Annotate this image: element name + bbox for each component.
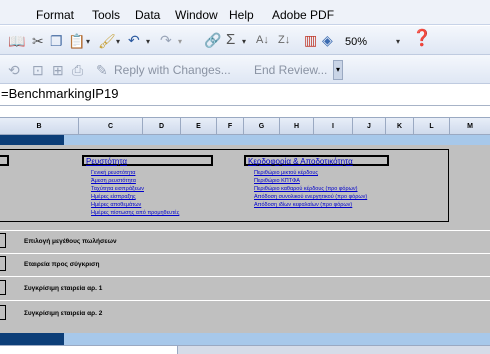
profitability-header-box: Κερδοφορία & Αποδοτικότητα <box>244 155 389 166</box>
profitability-link-roe[interactable]: Απόδοση ιδίων κεφαλαίων (προ φόρων) <box>254 202 352 208</box>
column-header-m[interactable]: M <box>450 118 490 135</box>
formula-bar[interactable]: =BenchmarkingIP19 <box>0 84 490 106</box>
menu-adobe-pdf[interactable]: Adobe PDF <box>272 8 334 22</box>
menu-format[interactable]: Format <box>36 8 74 22</box>
reviewing-toolbar: ⟲ ⊡ ⊞ ⎙ ✎ Reply with Changes... End Revi… <box>0 55 490 84</box>
liquidity-link-general[interactable]: Γενική ρευστότητα <box>91 170 135 176</box>
profitability-link-ebitda-margin[interactable]: Περιθώριο ΚΠΤΦΑ <box>254 178 300 184</box>
menu-window[interactable]: Window <box>175 8 218 22</box>
help-icon[interactable]: ❓ <box>412 31 432 47</box>
format-painter-icon[interactable]: 🖌 <box>98 33 116 49</box>
peer-company-1-label: Συγκρίσιμη εταιρεία αρ. 1 <box>24 285 103 292</box>
profitability-link-net-margin[interactable]: Περιθώριο καθαρού κέρδους (προ φόρων) <box>254 186 358 192</box>
column-header-d[interactable]: D <box>143 118 181 135</box>
liquidity-link-inventory-days[interactable]: Ημέρες αποθεμάτων <box>91 202 141 208</box>
toolbar-options-icon[interactable]: ▾ <box>333 60 343 80</box>
zoom-value[interactable]: 50% <box>345 34 367 50</box>
redo-dropdown-icon[interactable]: ▾ <box>178 34 182 50</box>
reply-icon[interactable]: ✎ <box>96 62 108 78</box>
row-divider <box>0 253 490 254</box>
paste-icon[interactable]: 📋 <box>68 33 85 49</box>
menu-data[interactable]: Data <box>135 8 160 22</box>
peer-company-2-dropdown[interactable] <box>0 305 6 320</box>
row-divider <box>0 276 490 277</box>
column-header-g[interactable]: G <box>244 118 280 135</box>
undo-dropdown-icon[interactable]: ▾ <box>146 34 150 50</box>
hyperlink-icon[interactable]: 🔗 <box>204 32 221 48</box>
reviewing-icon[interactable]: ⟲ <box>8 62 20 78</box>
worksheet[interactable]: Ρευστότητα Γενική ρευστότητα Άμεση ρευστ… <box>0 135 490 345</box>
column-header-j[interactable]: J <box>353 118 386 135</box>
menu-help[interactable]: Help <box>229 8 254 22</box>
column-header-k[interactable]: K <box>386 118 414 135</box>
liquidity-link-collection-days[interactable]: Ημέρες είσπραξης <box>91 194 136 200</box>
formula-content[interactable]: =BenchmarkingIP19 <box>1 86 118 101</box>
bottom-band-light <box>64 333 490 345</box>
column-header-e[interactable]: E <box>181 118 217 135</box>
end-review-button[interactable]: End Review... <box>254 63 327 77</box>
track-changes-icon[interactable]: ⊡ <box>32 62 44 78</box>
paste-dropdown-icon[interactable]: ▾ <box>86 34 90 50</box>
company-compare-label: Εταιρεία προς σύγκριση <box>24 261 100 268</box>
sales-size-label: Επιλογή μεγέθους πωλήσεων <box>24 238 117 245</box>
column-header-c[interactable]: C <box>79 118 143 135</box>
autosum-dropdown-icon[interactable]: ▾ <box>242 34 246 50</box>
left-header-box <box>0 155 9 166</box>
sheet-tabs-bar <box>0 345 490 354</box>
zoom-dropdown-icon[interactable]: ▾ <box>396 34 400 50</box>
column-header-b[interactable]: B <box>0 118 79 135</box>
profitability-title[interactable]: Κερδοφορία & Αποδοτικότητα <box>248 157 353 166</box>
menu-tools[interactable]: Tools <box>92 8 120 22</box>
liquidity-link-supplier-credit-days[interactable]: Ημέρες πίστωσης από προμηθευτές <box>91 210 179 216</box>
top-band-light <box>64 135 490 145</box>
sheet-tab-area[interactable] <box>0 346 178 354</box>
send-icon[interactable]: ⊞ <box>52 62 64 78</box>
column-header-f[interactable]: F <box>217 118 244 135</box>
research-icon[interactable]: 📖 <box>8 33 25 49</box>
redo-icon[interactable]: ↷ <box>160 32 172 48</box>
chart-wizard-icon[interactable]: ▥ <box>304 32 317 48</box>
dropdown-icon[interactable]: ▾ <box>116 34 120 50</box>
column-headers: B C D E F G H I J K L M <box>0 117 490 135</box>
undo-icon[interactable]: ↶ <box>128 32 140 48</box>
column-header-l[interactable]: L <box>414 118 450 135</box>
standard-toolbar: 📖 ✂ ❐ 📋 ▾ 🖌 ▾ ↶ ▾ ↷ ▾ 🔗 Σ ▾ A↓ Z↓ ▥ ◈ 50… <box>0 26 490 55</box>
drawing-icon[interactable]: ◈ <box>322 32 333 48</box>
row-divider <box>0 230 490 231</box>
cut-icon[interactable]: ✂ <box>32 33 44 49</box>
autosum-icon[interactable]: Σ <box>226 32 235 48</box>
print-icon[interactable]: ⎙ <box>72 62 83 78</box>
company-compare-dropdown[interactable] <box>0 256 6 271</box>
peer-company-1-dropdown[interactable] <box>0 280 6 295</box>
liquidity-link-receivables-turnover[interactable]: Ταχύτητα εισπράξεων <box>91 186 144 192</box>
menu-bar: Format Tools Data Window Help Adobe PDF <box>0 0 490 25</box>
reply-with-changes-button[interactable]: Reply with Changes... <box>114 63 231 77</box>
liquidity-link-quick[interactable]: Άμεση ρευστότητα <box>91 178 136 184</box>
profitability-link-gross-margin[interactable]: Περιθώριο μικτού κέρδους <box>254 170 318 176</box>
liquidity-title[interactable]: Ρευστότητα <box>86 157 127 166</box>
sort-descending-icon[interactable]: Z↓ <box>278 32 290 48</box>
copy-icon[interactable]: ❐ <box>50 33 63 49</box>
column-header-h[interactable]: H <box>280 118 314 135</box>
row-divider <box>0 300 490 301</box>
sort-ascending-icon[interactable]: A↓ <box>256 32 269 48</box>
column-header-i[interactable]: I <box>314 118 353 135</box>
peer-company-2-label: Συγκρίσιμη εταιρεία αρ. 2 <box>24 310 103 317</box>
profitability-link-roa[interactable]: Απόδοση συνολικού ενεργητικού (προ φόρων… <box>254 194 367 200</box>
liquidity-header-box: Ρευστότητα <box>82 155 213 166</box>
sales-size-dropdown[interactable] <box>0 233 6 248</box>
